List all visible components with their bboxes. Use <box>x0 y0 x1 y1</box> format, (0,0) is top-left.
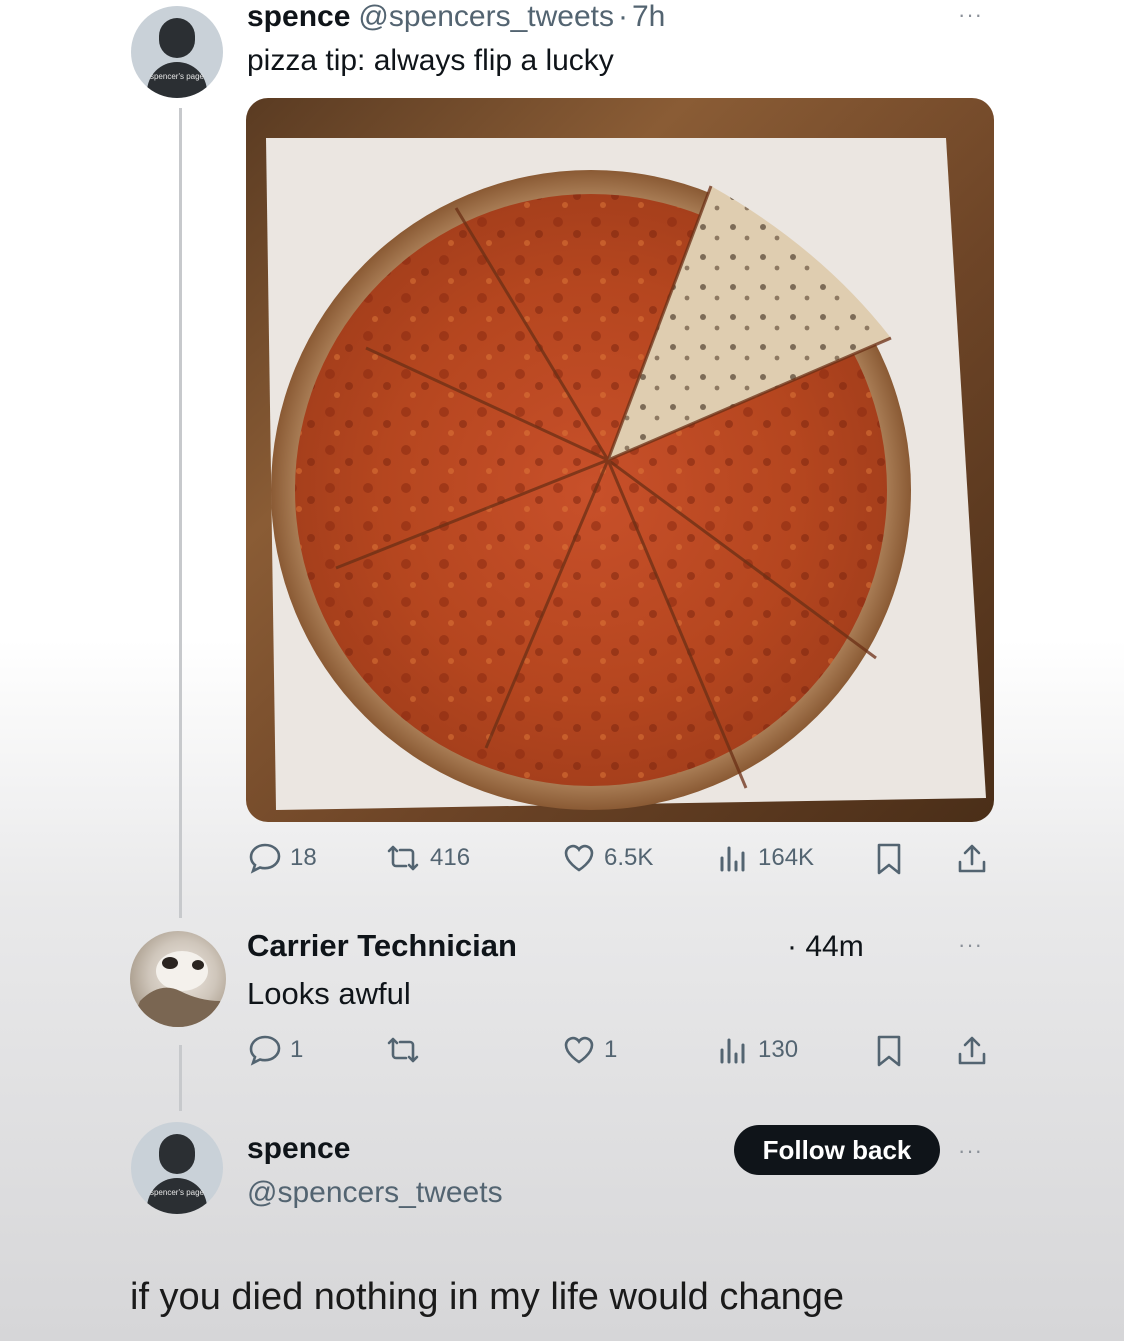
reply-bookmark-action[interactable] <box>874 1034 904 1068</box>
share-icon <box>958 1036 986 1065</box>
reply-repost-action[interactable] <box>384 1034 430 1066</box>
bookmark-icon <box>877 843 901 875</box>
reply-action[interactable]: 18 <box>248 842 317 874</box>
views-action[interactable]: 164K <box>716 842 814 874</box>
tweet-time[interactable]: 7h <box>632 0 665 34</box>
avatar-tag: spencer's page <box>149 72 204 81</box>
tweet-avatar[interactable]: spencer's page <box>131 6 223 98</box>
reply-count: 18 <box>290 844 317 871</box>
repost-count: 416 <box>430 844 471 871</box>
reply-reply-action[interactable]: 1 <box>248 1034 303 1066</box>
comment-icon <box>249 1035 281 1066</box>
tweet-photo[interactable] <box>246 98 994 822</box>
follow-back-button[interactable]: Follow back <box>734 1125 940 1175</box>
animal-avatar-icon <box>130 951 226 1027</box>
like-action[interactable]: 6.5K <box>562 842 653 874</box>
views-count: 164K <box>758 844 815 871</box>
tweet-more-icon[interactable]: ··· <box>958 2 983 28</box>
like-count: 6.5K <box>604 844 654 871</box>
tweet-author-handle[interactable]: @spencers_tweets <box>358 0 614 34</box>
reply-author-name[interactable]: Carrier Technician <box>247 928 517 964</box>
pizza-image <box>266 138 986 810</box>
repost-icon <box>387 1037 419 1063</box>
heart-icon <box>564 1036 594 1064</box>
thread-line-top <box>179 108 182 918</box>
share-action[interactable] <box>956 842 988 876</box>
views-icon <box>720 1038 745 1064</box>
reply-views-action[interactable]: 130 <box>716 1034 798 1066</box>
repost-icon <box>387 845 419 871</box>
caption-text: if you died nothing in my life would cha… <box>130 1276 845 1318</box>
reply-like-count: 1 <box>604 1036 618 1063</box>
avatar-tag: spencer's page <box>149 1188 204 1197</box>
bookmark-action[interactable] <box>874 842 904 876</box>
thread-line-bottom <box>179 1045 182 1111</box>
share-icon <box>958 844 986 873</box>
profile-name[interactable]: spence <box>247 1132 350 1166</box>
tweet-header: spence @spencers_tweets · 7h <box>247 0 665 36</box>
reply-avatar[interactable] <box>130 931 226 1027</box>
reply-more-icon[interactable]: ··· <box>958 932 983 958</box>
reply-share-action[interactable] <box>956 1034 988 1068</box>
reply-text: Looks awful <box>247 976 411 1011</box>
views-icon <box>720 846 745 872</box>
profile-handle[interactable]: @spencers_tweets <box>247 1176 503 1210</box>
bookmark-icon <box>877 1035 901 1067</box>
reply-like-action[interactable]: 1 <box>562 1034 617 1066</box>
reply-views-count: 130 <box>758 1036 799 1063</box>
tweet-author-name[interactable]: spence <box>247 0 350 34</box>
comment-icon <box>249 843 281 874</box>
reply-reply-count: 1 <box>290 1036 304 1063</box>
tweet-time-separator: · <box>617 0 628 33</box>
repost-action[interactable]: 416 <box>384 842 470 874</box>
heart-icon <box>564 844 594 872</box>
reply-time[interactable]: · 44m <box>787 930 864 964</box>
tweet-text: pizza tip: always flip a lucky <box>247 44 614 77</box>
profile-avatar[interactable]: spencer's page <box>131 1122 223 1214</box>
profile-more-icon[interactable]: ··· <box>958 1138 983 1164</box>
